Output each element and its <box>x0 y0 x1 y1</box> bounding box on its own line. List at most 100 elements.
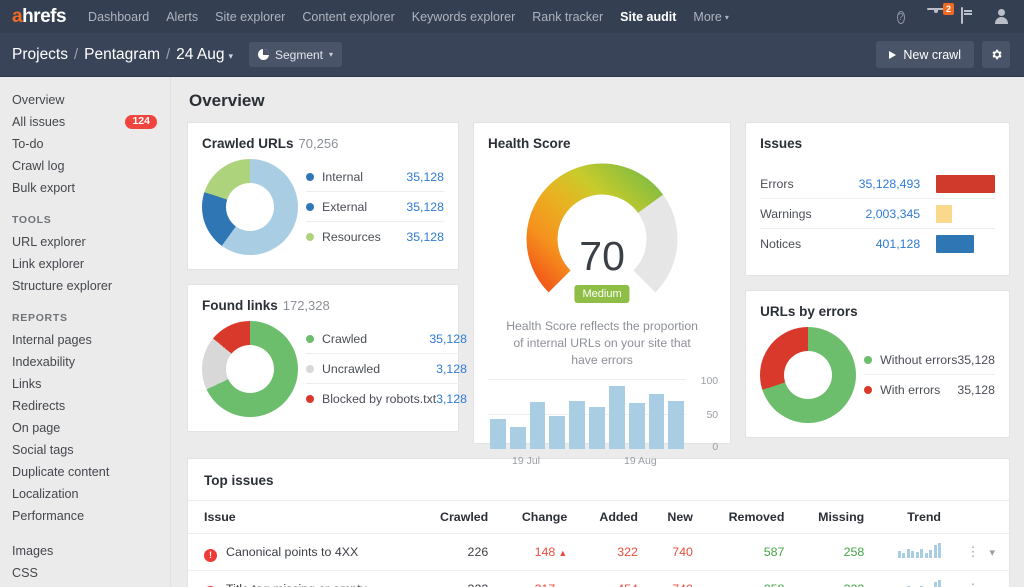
sidebar-item-link-explorer[interactable]: Link explorer <box>0 253 170 274</box>
sidebar-divider <box>0 527 170 540</box>
breadcrumb-bar: Projects / Pentagram / 24 Aug▾ Segment ▾… <box>0 33 1024 77</box>
sidebar-item-url-explorer[interactable]: URL explorer <box>0 231 170 252</box>
nav-link-content-explorer[interactable]: Content explorer <box>302 10 394 24</box>
segment-selector[interactable]: Segment ▾ <box>249 42 342 67</box>
legend-item[interactable]: Blocked by robots.txt 3,128 <box>306 384 467 414</box>
trend-sparkline <box>898 580 942 587</box>
table-row[interactable]: !Canonical points to 4XX226148▲322740587… <box>188 534 1009 571</box>
main-content: Overview Crawled URLs70,256 Internal <box>171 77 1024 587</box>
health-score-rating-badge: Medium <box>575 285 630 303</box>
sidebar-item-performance[interactable]: Performance <box>0 505 170 526</box>
chevron-down-icon[interactable]: ▾ <box>989 583 995 587</box>
legend-item[interactable]: Uncrawled 3,128 <box>306 354 467 384</box>
breadcrumb-project-name[interactable]: Pentagram <box>84 46 160 64</box>
column-header-crawled[interactable]: Crawled <box>416 501 498 534</box>
cell-removed: 587 <box>703 534 795 571</box>
chart-bars <box>490 379 684 449</box>
sidebar-item-redirects[interactable]: Redirects <box>0 395 170 416</box>
sidebar-item-indexability[interactable]: Indexability <box>0 351 170 372</box>
sidebar-item-on-page[interactable]: On page <box>0 417 170 438</box>
table-header: Issue Crawled Change Added New Removed M… <box>188 501 1009 534</box>
chart-bar <box>549 416 565 449</box>
crawled-urls-title: Crawled URLs70,256 <box>188 123 458 151</box>
column-header-change[interactable]: Change <box>498 501 577 534</box>
sidebar-item-internal-pages[interactable]: Internal pages <box>0 329 170 350</box>
issues-bar <box>936 205 952 223</box>
sidebar-item-social-tags[interactable]: Social tags <box>0 439 170 460</box>
cell-issue[interactable]: !Title tag missing or empty <box>188 571 416 587</box>
legend-item[interactable]: Resources 35,128 <box>306 222 444 252</box>
legend-item[interactable]: With errors 35,128 <box>864 375 995 405</box>
sidebar-item-links[interactable]: Links <box>0 373 170 394</box>
column-header-missing[interactable]: Missing <box>794 501 874 534</box>
nav-link-alerts[interactable]: Alerts <box>166 10 198 24</box>
sidebar-item-overview[interactable]: Overview <box>0 89 170 110</box>
account-icon[interactable] <box>993 8 1010 25</box>
sidebar-item-all-issues[interactable]: All issues 124 <box>0 111 170 132</box>
notifications-bell-icon[interactable]: 2 <box>929 8 946 25</box>
sidebar-item-duplicate-content[interactable]: Duplicate content <box>0 461 170 482</box>
issue-row-errors[interactable]: Errors 35,128,493 <box>760 169 995 199</box>
column-header-actions <box>951 501 1009 534</box>
cell-trend <box>874 571 951 587</box>
column-header-trend[interactable]: Trend <box>874 501 951 534</box>
issue-row-warnings[interactable]: Warnings 2,003,345 <box>760 199 995 229</box>
main-nav-links: Dashboard Alerts Site explorer Content e… <box>88 10 729 24</box>
health-score-title: Health Score <box>474 123 730 151</box>
kebab-menu-icon[interactable]: ⋮ <box>966 548 979 556</box>
issues-bar-track <box>936 205 995 223</box>
dashboard-column-middle: Health Score <box>473 122 731 444</box>
issues-bar-track <box>936 235 995 253</box>
chevron-down-icon[interactable]: ▾ <box>989 546 995 559</box>
cell-removed: 258 <box>703 571 795 587</box>
cell-issue[interactable]: ! Canonical points to 4XX <box>188 534 416 571</box>
help-icon[interactable]: ? <box>897 8 914 25</box>
gear-icon <box>990 48 1003 61</box>
nav-link-keywords-explorer[interactable]: Keywords explorer <box>412 10 516 24</box>
sidebar-item-to-do[interactable]: To-do <box>0 133 170 154</box>
sidebar-item-css[interactable]: CSS <box>0 562 170 583</box>
cell-actions: ⋮▾ <box>951 571 1009 587</box>
legend-item[interactable]: External 35,128 <box>306 192 444 222</box>
error-icon: ! <box>204 549 217 562</box>
settings-button[interactable] <box>982 41 1010 68</box>
legend-color-dot <box>306 173 314 181</box>
crawled-urls-total: 70,256 <box>299 136 339 151</box>
chart-bar <box>490 419 506 449</box>
y-axis-tick-100: 100 <box>701 375 719 387</box>
trend-sparkline <box>898 543 942 558</box>
cell-missing: 258 <box>794 534 874 571</box>
legend-item[interactable]: Crawled 35,128 <box>306 324 467 354</box>
nav-link-site-audit[interactable]: Site audit <box>620 10 676 24</box>
legend-item[interactable]: Internal 35,128 <box>306 162 444 192</box>
table-row[interactable]: !Title tag missing or empty322317▲454740… <box>188 571 1009 587</box>
nav-link-site-explorer[interactable]: Site explorer <box>215 10 285 24</box>
column-header-removed[interactable]: Removed <box>703 501 795 534</box>
sidebar-item-crawl-log[interactable]: Crawl log <box>0 155 170 176</box>
issue-row-notices[interactable]: Notices 401,128 <box>760 229 995 259</box>
sidebar-item-localization[interactable]: Localization <box>0 483 170 504</box>
nav-link-rank-tracker[interactable]: Rank tracker <box>532 10 603 24</box>
sidebar-item-images[interactable]: Images <box>0 540 170 561</box>
cell-change: 148▲ <box>498 534 577 571</box>
urls-by-errors-donut-chart <box>760 327 856 423</box>
date-picker[interactable]: 24 Aug▾ <box>176 46 233 64</box>
cell-missing: 322 <box>794 571 874 587</box>
ahrefs-logo[interactable]: ahrefs <box>12 6 66 28</box>
column-header-added[interactable]: Added <box>577 501 648 534</box>
messages-icon[interactable] <box>961 8 978 25</box>
legend-item[interactable]: Without errors 35,128 <box>864 345 995 375</box>
column-header-issue[interactable]: Issue <box>188 501 416 534</box>
sidebar-item-structure-explorer[interactable]: Structure explorer <box>0 275 170 296</box>
nav-link-more[interactable]: More▾ <box>693 10 729 24</box>
column-header-new[interactable]: New <box>648 501 703 534</box>
breadcrumb-separator: / <box>74 46 78 63</box>
new-crawl-button[interactable]: New crawl <box>876 41 974 68</box>
issues-bar <box>936 175 995 193</box>
sidebar-item-bulk-export[interactable]: Bulk export <box>0 177 170 198</box>
issue-name: Title tag missing or empty <box>226 582 367 587</box>
breadcrumb-projects[interactable]: Projects <box>12 46 68 64</box>
nav-link-dashboard[interactable]: Dashboard <box>88 10 149 24</box>
issue-name: Canonical points to 4XX <box>226 545 358 559</box>
chart-bar <box>649 394 665 449</box>
